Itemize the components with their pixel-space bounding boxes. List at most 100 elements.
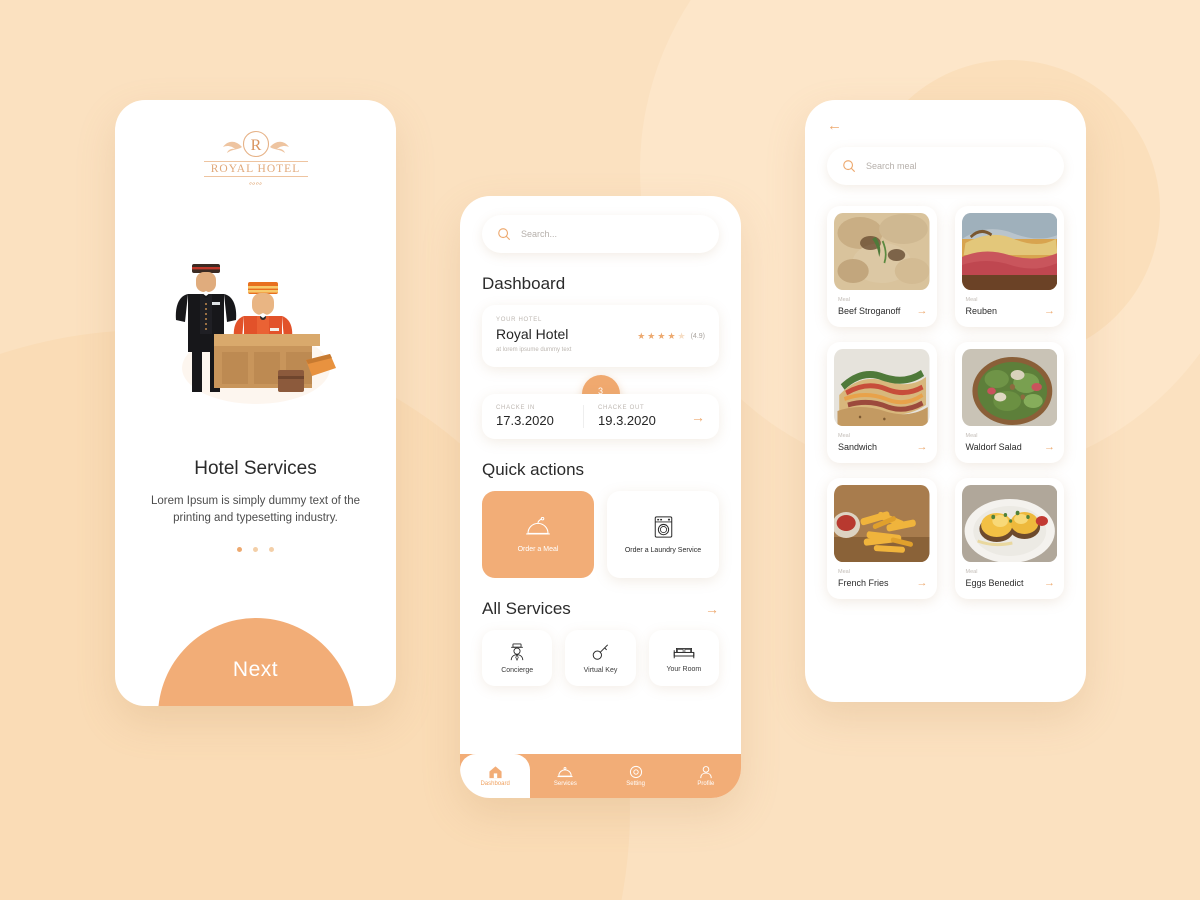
logo-flourish: ∾∾ <box>248 179 263 188</box>
service-concierge[interactable]: Concierge <box>482 630 553 686</box>
all-services-header: All Services → <box>482 599 719 619</box>
nav-profile[interactable]: Profile <box>671 754 741 798</box>
bottom-navigation: Dashboard Services Setting Profile <box>460 754 741 798</box>
order-laundry-card[interactable]: Order a Laundry Service <box>607 491 719 578</box>
meal-arrow-icon[interactable]: → <box>917 305 928 317</box>
home-icon <box>489 766 502 779</box>
dashboard-title: Dashboard <box>482 274 566 293</box>
svg-text:R: R <box>250 137 261 154</box>
quick-actions-title: Quick actions <box>482 460 585 479</box>
cloche-icon <box>557 766 573 777</box>
back-arrow-icon[interactable]: ← <box>827 117 842 134</box>
meal-kind: Meal <box>838 297 850 303</box>
stay-section: 3 nights CHACKE IN 17.3.2020 CHACKE OUT … <box>482 375 719 439</box>
nav-dashboard[interactable]: Dashboard <box>460 754 531 798</box>
gear-icon <box>629 765 642 779</box>
next-button[interactable]: Next <box>157 618 354 706</box>
waldorf-salad-photo <box>961 349 1057 426</box>
pagination-dots <box>115 547 396 552</box>
meal-arrow-icon[interactable]: → <box>1044 577 1055 589</box>
all-services-arrow-icon[interactable]: → <box>699 601 719 617</box>
checkin-label: CHACKE IN <box>496 405 535 411</box>
logo-crest-icon: R <box>222 130 289 158</box>
meal-kind: Meal <box>838 433 850 439</box>
meal-name: Beef Stroganoff <box>838 306 901 316</box>
star-icon: ★ <box>647 331 656 341</box>
concierge-person-icon <box>510 642 524 661</box>
meal-grid: Meal Beef Stroganoff → Meal Reuben → Mea… <box>827 206 1064 599</box>
meal-name: Waldorf Salad <box>965 442 1022 452</box>
dashboard-search-bar[interactable]: Search... <box>482 215 719 253</box>
meal-card[interactable]: Meal Sandwich → <box>827 342 937 463</box>
meal-arrow-icon[interactable]: → <box>1044 305 1055 317</box>
meal-name: Eggs Benedict <box>965 578 1024 588</box>
meal-search-bar[interactable]: Search meal <box>827 147 1064 185</box>
onboarding-title: Hotel Services <box>194 458 317 479</box>
reception-illustration <box>115 248 396 408</box>
stay-arrow-icon[interactable]: → <box>685 409 705 425</box>
nav-dashboard-label: Dashboard <box>480 781 510 787</box>
hotel-rating: ★ ★ ★ ★ ★ (4.9) <box>637 331 705 342</box>
meal-card[interactable]: Meal Beef Stroganoff → <box>827 206 937 327</box>
quick-actions-row: Order a Meal Order a Laundry Service <box>482 491 719 578</box>
checkout-date: 19.3.2020 <box>598 413 656 428</box>
search-icon <box>843 160 856 173</box>
meal-kind: Meal <box>838 569 850 575</box>
services-row: Concierge Virtual Key Your Room <box>482 630 719 686</box>
search-icon <box>498 228 511 241</box>
beef-stroganoff-photo <box>834 213 930 290</box>
food-cloche-icon <box>526 516 550 534</box>
hotel-eyebrow: YOUR HOTEL <box>496 317 543 323</box>
hotel-logo: R ROYAL HOTEL ∾∾ <box>115 128 396 194</box>
service-your-room[interactable]: Your Room <box>648 630 719 686</box>
bed-icon <box>673 647 695 658</box>
checkin-block: CHACKE IN 17.3.2020 <box>496 405 583 428</box>
meal-card[interactable]: Meal French Fries → <box>827 478 937 599</box>
search-placeholder: Search... <box>521 229 558 239</box>
nav-services[interactable]: Services <box>530 754 600 798</box>
phone-onboarding-screen: R ROYAL HOTEL ∾∾ Hotel Services Lorem Ip… <box>115 100 396 706</box>
key-icon <box>592 643 609 660</box>
washing-machine-icon <box>654 515 672 538</box>
onboarding-description: Lorem Ipsum is simply dummy text of the … <box>151 495 360 524</box>
checkout-label: CHACKE OUT <box>598 405 645 411</box>
service-concierge-label: Concierge <box>501 666 534 674</box>
person-icon <box>700 766 712 779</box>
meal-card[interactable]: Meal Reuben → <box>954 206 1064 327</box>
meal-arrow-icon[interactable]: → <box>1044 441 1055 453</box>
reuben-sandwich-photo <box>961 213 1057 290</box>
meal-arrow-icon[interactable]: → <box>917 441 928 453</box>
phone-meals-screen: ← Search meal Meal Beef Stroganoff → Mea… <box>805 100 1086 702</box>
pagination-dot-1[interactable] <box>237 547 242 552</box>
meal-kind: Meal <box>965 297 978 303</box>
meal-card[interactable]: Meal Waldorf Salad → <box>954 342 1064 463</box>
meal-name: Sandwich <box>838 442 878 452</box>
hotel-card[interactable]: YOUR HOTEL Royal Hotel at lorem ipsume d… <box>482 305 719 367</box>
service-your-room-label: Your Room <box>666 665 702 673</box>
french-fries-photo <box>834 485 930 562</box>
all-services-title: All Services <box>482 599 571 618</box>
order-meal-card[interactable]: Order a Meal <box>482 491 594 578</box>
phone-dashboard-screen: Search... Dashboard YOUR HOTEL Royal Hot… <box>460 196 741 798</box>
stay-dates-card[interactable]: CHACKE IN 17.3.2020 CHACKE OUT 19.3.2020… <box>482 394 719 439</box>
order-meal-label: Order a Meal <box>517 545 559 553</box>
star-icon: ★ <box>637 331 646 341</box>
nav-setting-label: Setting <box>626 781 645 787</box>
star-icon: ★ <box>667 331 676 341</box>
nav-setting[interactable]: Setting <box>601 754 671 798</box>
sandwich-photo <box>834 349 930 426</box>
meal-name: French Fries <box>838 578 889 588</box>
checkin-date: 17.3.2020 <box>496 413 554 428</box>
nav-services-label: Services <box>553 780 577 787</box>
logo-wordmark: ROYAL HOTEL <box>203 161 308 177</box>
meal-arrow-icon[interactable]: → <box>917 577 928 589</box>
hotel-subtitle: at lorem ipsume dummy text <box>496 347 572 353</box>
pagination-dot-3[interactable] <box>269 547 274 552</box>
checkout-block: CHACKE OUT 19.3.2020 <box>583 405 685 428</box>
nav-profile-label: Profile <box>697 781 715 787</box>
meal-kind: Meal <box>965 433 978 439</box>
pagination-dot-2[interactable] <box>253 547 258 552</box>
meal-card[interactable]: Meal Eggs Benedict → <box>954 478 1064 599</box>
service-virtual-key[interactable]: Virtual Key <box>565 630 636 686</box>
rating-value: (4.9) <box>690 333 705 340</box>
